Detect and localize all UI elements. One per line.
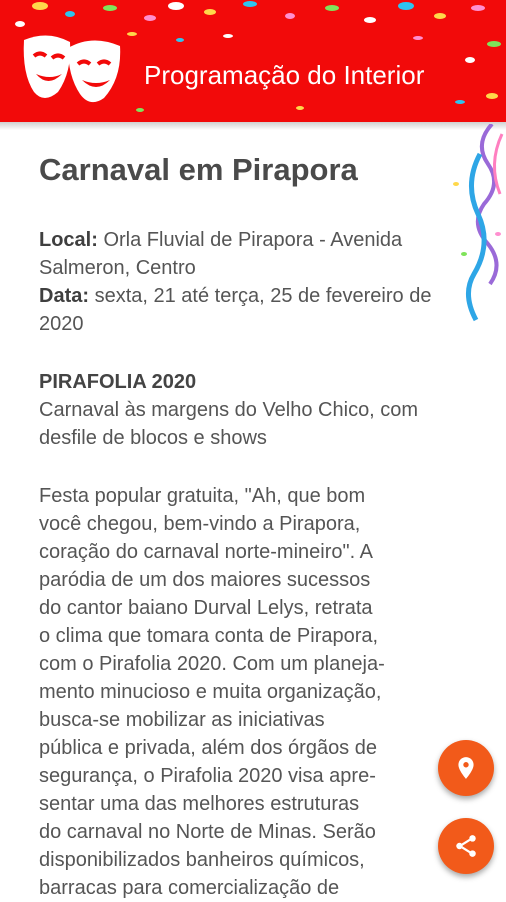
app-title: Programação do Interior <box>144 60 425 90</box>
theater-masks-icon <box>23 35 121 103</box>
date-value: sexta, 21 até terça, 25 de fevereiro de … <box>39 285 432 335</box>
location-button[interactable] <box>438 740 494 796</box>
event-subtitle-description: Carnaval às margens do Velho Chico, com … <box>39 399 419 449</box>
app-header: Programação do Interior <box>0 0 506 122</box>
event-date: Data: sexta, 21 até terça, 25 de feverei… <box>39 282 471 338</box>
share-button[interactable] <box>438 818 494 874</box>
date-label: Data: <box>39 285 90 307</box>
location-pin-icon <box>458 757 474 779</box>
event-title: Carnaval em Pirapora <box>39 152 358 187</box>
event-content: Carnaval em Pirapora Local: Orla Fluvial… <box>39 150 471 902</box>
event-description: Festa popular gratuita, "Ah, que bom voc… <box>39 485 385 899</box>
share-icon <box>456 835 476 857</box>
event-subtitle: PIRAFOLIA 2020 <box>39 371 197 393</box>
event-location: Local: Orla Fluvial de Pirapora - Avenid… <box>39 226 471 282</box>
header-shadow <box>0 122 506 130</box>
location-label: Local: <box>39 229 98 251</box>
